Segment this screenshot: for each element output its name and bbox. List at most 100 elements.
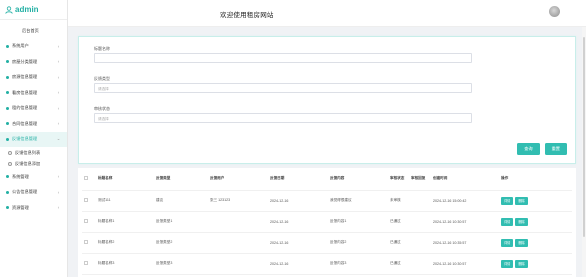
select-all-cell[interactable] [82, 168, 96, 191]
cell-created: 2024-12-16 10:35:57 [431, 232, 499, 254]
cell-actions: 详情 删除 [499, 211, 572, 233]
cell-user [208, 253, 268, 275]
cell-content: 反馈内容3 [328, 253, 388, 275]
chevron-left-icon: ‹ [57, 189, 60, 195]
search-button[interactable]: 查询 [517, 143, 540, 155]
row-checkbox[interactable] [84, 240, 88, 244]
sidebar-item-home[interactable]: 后台首页 [0, 23, 67, 39]
row-checkbox[interactable] [84, 261, 88, 265]
chevron-left-icon: ‹ [57, 74, 60, 80]
cell-title: 标题名称1 [96, 211, 154, 233]
sidebar-item-listings[interactable]: 房源信息管理 ‹ [0, 70, 67, 86]
sidebar-item-users[interactable]: 系统用户 ‹ [0, 39, 67, 55]
scrollbar[interactable] [582, 27, 586, 277]
field-status-group: 审核状态 请选择 [94, 106, 474, 123]
sidebar-subitem-feedback-add[interactable]: 反馈信息添加 [0, 158, 67, 169]
sidebar-item-label: 反馈信息管理 [12, 136, 38, 142]
detail-button[interactable]: 详情 [501, 217, 514, 226]
column-header[interactable]: 审核回复 [409, 168, 431, 191]
column-header[interactable]: 审核状态 [388, 168, 409, 191]
cell-actions: 详情 删除 [499, 190, 572, 212]
field-label: 审核状态 [94, 106, 110, 111]
detail-button[interactable]: 详情 [501, 238, 514, 247]
sidebar: admin 后台首页 系统用户 ‹ 房屋分类管理 ‹ 房源信息管理 ‹ 看房信息管理 ‹… [0, 0, 68, 277]
cell-title: 标题名称2 [96, 232, 154, 254]
cell-user: 张三 123123 [208, 190, 268, 212]
sidebar-item-label: 房屋分类管理 [12, 58, 38, 64]
scrollbar-thumb[interactable] [583, 37, 585, 237]
chevron-left-icon: ‹ [57, 43, 60, 49]
select-all-checkbox[interactable] [84, 176, 88, 181]
topbar: 欢迎使用租房网站 [68, 0, 586, 27]
field-label: 标题名称 [94, 46, 110, 51]
cell-actions: 详情 删除 [499, 253, 572, 275]
sidebar-item-viewings[interactable]: 看房信息管理 ‹ [0, 85, 67, 101]
sidebar-item-label: 反馈信息列表 [15, 149, 41, 155]
delete-button[interactable]: 删除 [515, 217, 528, 226]
cell-type: 建议 [154, 190, 208, 212]
cell-status: 未审核 [388, 190, 409, 212]
sidebar-item-house-category[interactable]: 房屋分类管理 ‹ [0, 54, 67, 70]
row-checkbox[interactable] [84, 198, 88, 202]
menu-dot-icon [6, 91, 9, 95]
delete-button[interactable]: 删除 [515, 238, 528, 247]
row-select-cell[interactable] [82, 211, 96, 233]
chevron-left-icon: ‹ [57, 59, 60, 65]
column-header[interactable]: 创建时间 [431, 168, 499, 191]
column-header[interactable]: 反馈日期 [268, 168, 328, 191]
field-type-group: 反馈类型 请选择 [94, 76, 474, 93]
column-header[interactable]: 反馈内容 [328, 168, 388, 191]
sidebar-item-contracts[interactable]: 合同信息管理 ‹ [0, 116, 67, 132]
menu-dot-icon [6, 44, 9, 48]
cell-reply [409, 190, 431, 212]
sidebar-item-resources[interactable]: 资源管理 ‹ [0, 200, 67, 216]
cell-created: 2024-12-16 10:30:57 [431, 253, 499, 275]
sidebar-item-announcements[interactable]: 公告信息管理 ‹ [0, 185, 67, 201]
chevron-left-icon: ‹ [57, 105, 60, 111]
cell-type: 反馈类型1 [154, 211, 208, 233]
gear-icon [8, 150, 12, 155]
title-input[interactable] [94, 53, 472, 63]
column-header[interactable]: 反馈类型 [154, 168, 208, 191]
sidebar-item-feedback[interactable]: 反馈信息管理 ⌄ [0, 131, 67, 147]
detail-button[interactable]: 详情 [501, 259, 514, 268]
cell-date: 2024-12-16 [268, 190, 328, 212]
menu-dot-icon [6, 106, 9, 110]
feedback-type-select[interactable]: 请选择 [94, 83, 472, 93]
brand: admin [0, 0, 67, 20]
avatar[interactable] [549, 6, 560, 17]
chevron-left-icon: ‹ [57, 174, 60, 180]
sidebar-item-label: 公告信息管理 [12, 189, 38, 195]
table-row: 标题名称2 反馈类型2 2024-12-16 反馈内容2 已通过 2024-12… [82, 232, 572, 254]
row-select-cell[interactable] [82, 253, 96, 275]
review-status-select[interactable]: 请选择 [94, 113, 472, 123]
sidebar-item-system[interactable]: 系统管理 ‹ [0, 169, 67, 185]
column-header[interactable]: 反馈用户 [208, 168, 268, 191]
reset-button[interactable]: 重置 [544, 143, 567, 155]
user-icon [5, 5, 13, 14]
sidebar-item-label: 租约信息管理 [12, 105, 38, 111]
menu-dot-icon [6, 75, 9, 79]
detail-button[interactable]: 详情 [501, 196, 514, 205]
row-select-cell[interactable] [82, 232, 96, 254]
sidebar-menu: 后台首页 系统用户 ‹ 房屋分类管理 ‹ 房源信息管理 ‹ 看房信息管理 ‹ 租约信息管… [0, 20, 67, 216]
search-form: 标题名称 反馈类型 请选择 审核状态 请选择 查询 重置 [78, 36, 576, 164]
column-header[interactable]: 标题名称 [96, 168, 154, 191]
table-row: 标题名称3 反馈类型3 2024-12-16 反馈内容3 已通过 2024-12… [82, 253, 572, 275]
cell-title: 标题名称3 [96, 253, 154, 275]
sidebar-item-leases[interactable]: 租约信息管理 ‹ [0, 101, 67, 117]
delete-button[interactable]: 删除 [515, 259, 528, 268]
row-checkbox[interactable] [84, 219, 88, 223]
cell-status: 已通过 [388, 211, 409, 233]
gear-icon [8, 161, 12, 166]
feedback-table-card: 标题名称 反馈类型 反馈用户 反馈日期 反馈内容 审核状态 审核回复 创建时间 … [78, 168, 576, 277]
menu-dot-icon [6, 122, 9, 126]
cell-status: 已通过 [388, 253, 409, 275]
form-buttons: 查询 重置 [517, 143, 567, 155]
sidebar-item-label: 后台首页 [22, 27, 39, 33]
delete-button[interactable]: 删除 [515, 196, 528, 205]
menu-dot-icon [6, 60, 9, 64]
row-select-cell[interactable] [82, 190, 96, 212]
cell-date: 2024-12-16 [268, 211, 328, 233]
sidebar-subitem-feedback-list[interactable]: 反馈信息列表 [0, 147, 67, 158]
